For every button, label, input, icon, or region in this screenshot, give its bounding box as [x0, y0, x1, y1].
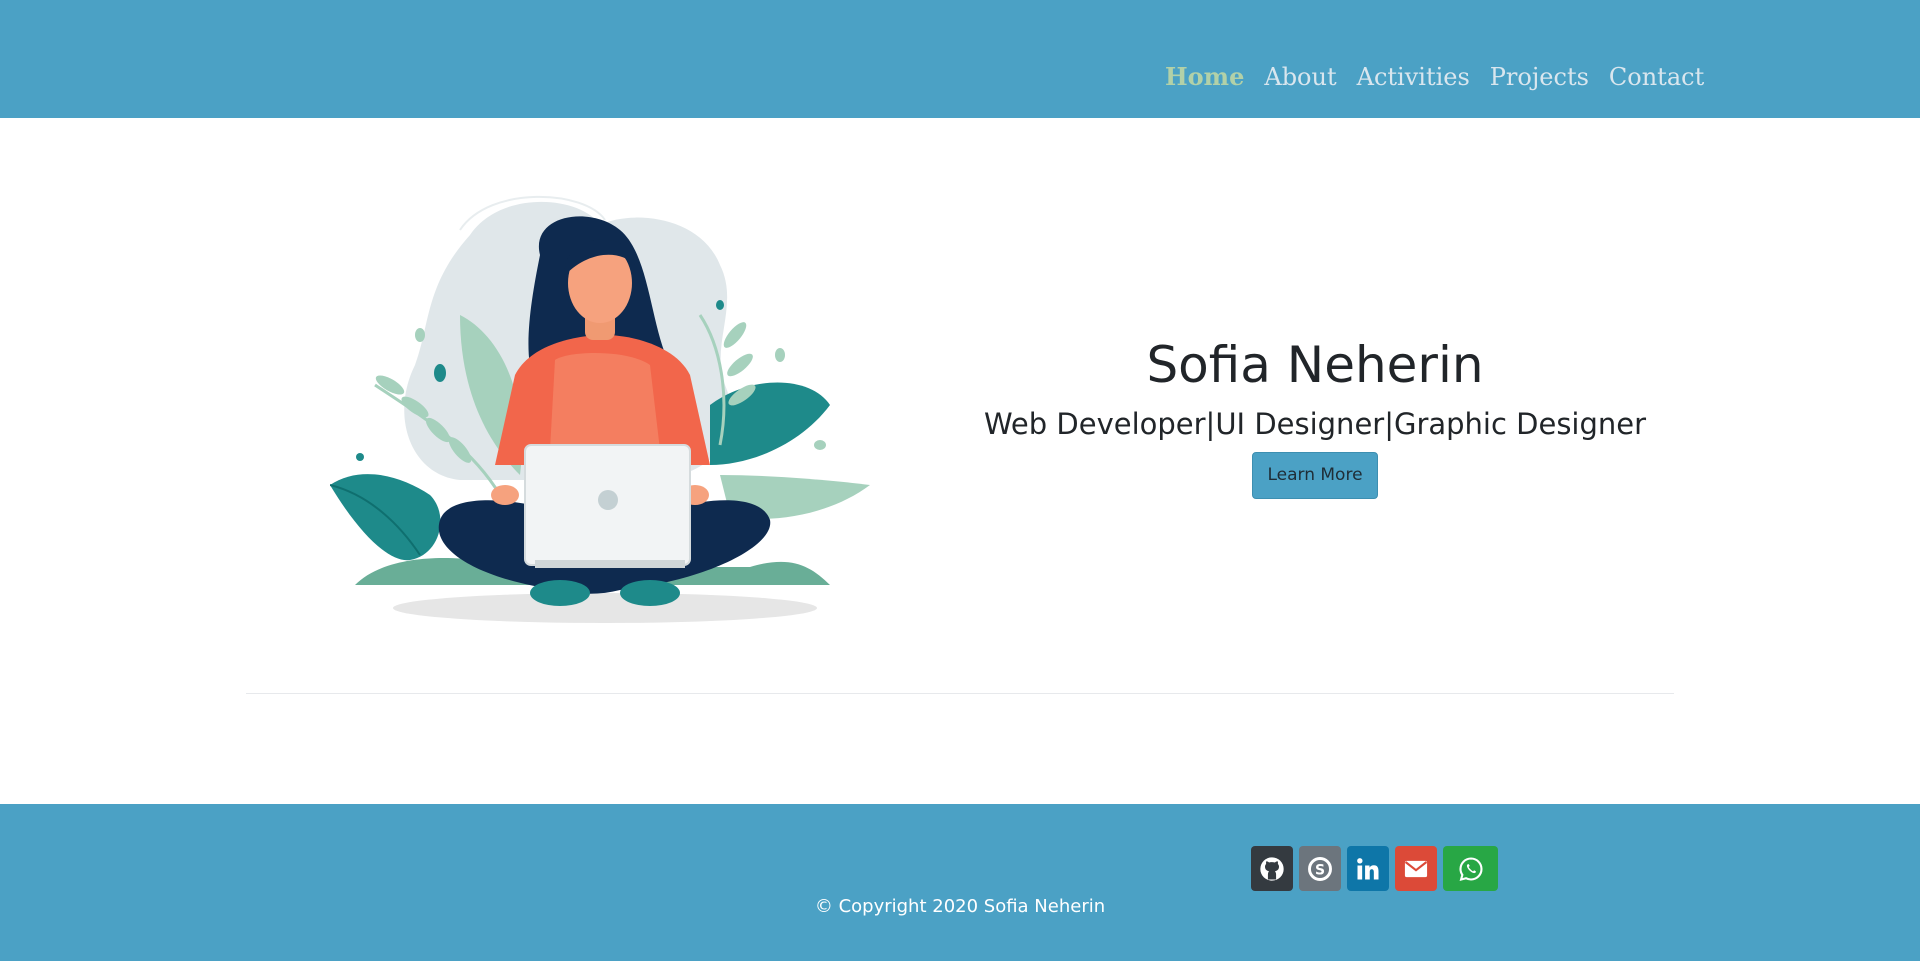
learn-more-button[interactable]: Learn More [1252, 452, 1378, 499]
section-divider [246, 693, 1674, 694]
svg-text:S: S [1315, 862, 1325, 878]
footer: S © Copyright 2020 Sofia Neherin [0, 804, 1920, 961]
top-navbar: Home About Activities Projects Contact [0, 0, 1920, 118]
email-icon [1404, 860, 1428, 877]
social-links: S [1251, 846, 1498, 891]
skype-icon: S [1308, 856, 1332, 881]
email-link[interactable] [1395, 846, 1437, 891]
hero-subtitle: Web Developer|UI Designer|Graphic Design… [983, 407, 1647, 441]
nav-about-link[interactable]: About [1264, 62, 1336, 92]
copyright-text: © Copyright 2020 Sofia Neherin [814, 896, 1106, 917]
linkedin-icon [1357, 857, 1379, 879]
main-nav: Home About Activities Projects Contact [1165, 62, 1724, 92]
whatsapp-icon [1458, 856, 1482, 881]
hero-name: Sofia Neherin [1146, 336, 1484, 394]
woman-with-laptop-illustration [329, 195, 890, 635]
github-icon [1260, 856, 1284, 881]
hero-section: Sofia Neherin Web Developer|UI Designer|… [930, 330, 1700, 499]
nav-home-link[interactable]: Home [1165, 62, 1244, 92]
nav-contact-link[interactable]: Contact [1609, 62, 1704, 92]
whatsapp-link[interactable] [1443, 846, 1498, 891]
skype-link[interactable]: S [1299, 846, 1341, 891]
linkedin-link[interactable] [1347, 846, 1389, 891]
nav-activities-link[interactable]: Activities [1357, 62, 1470, 92]
nav-projects-link[interactable]: Projects [1490, 62, 1589, 92]
github-link[interactable] [1251, 846, 1293, 891]
